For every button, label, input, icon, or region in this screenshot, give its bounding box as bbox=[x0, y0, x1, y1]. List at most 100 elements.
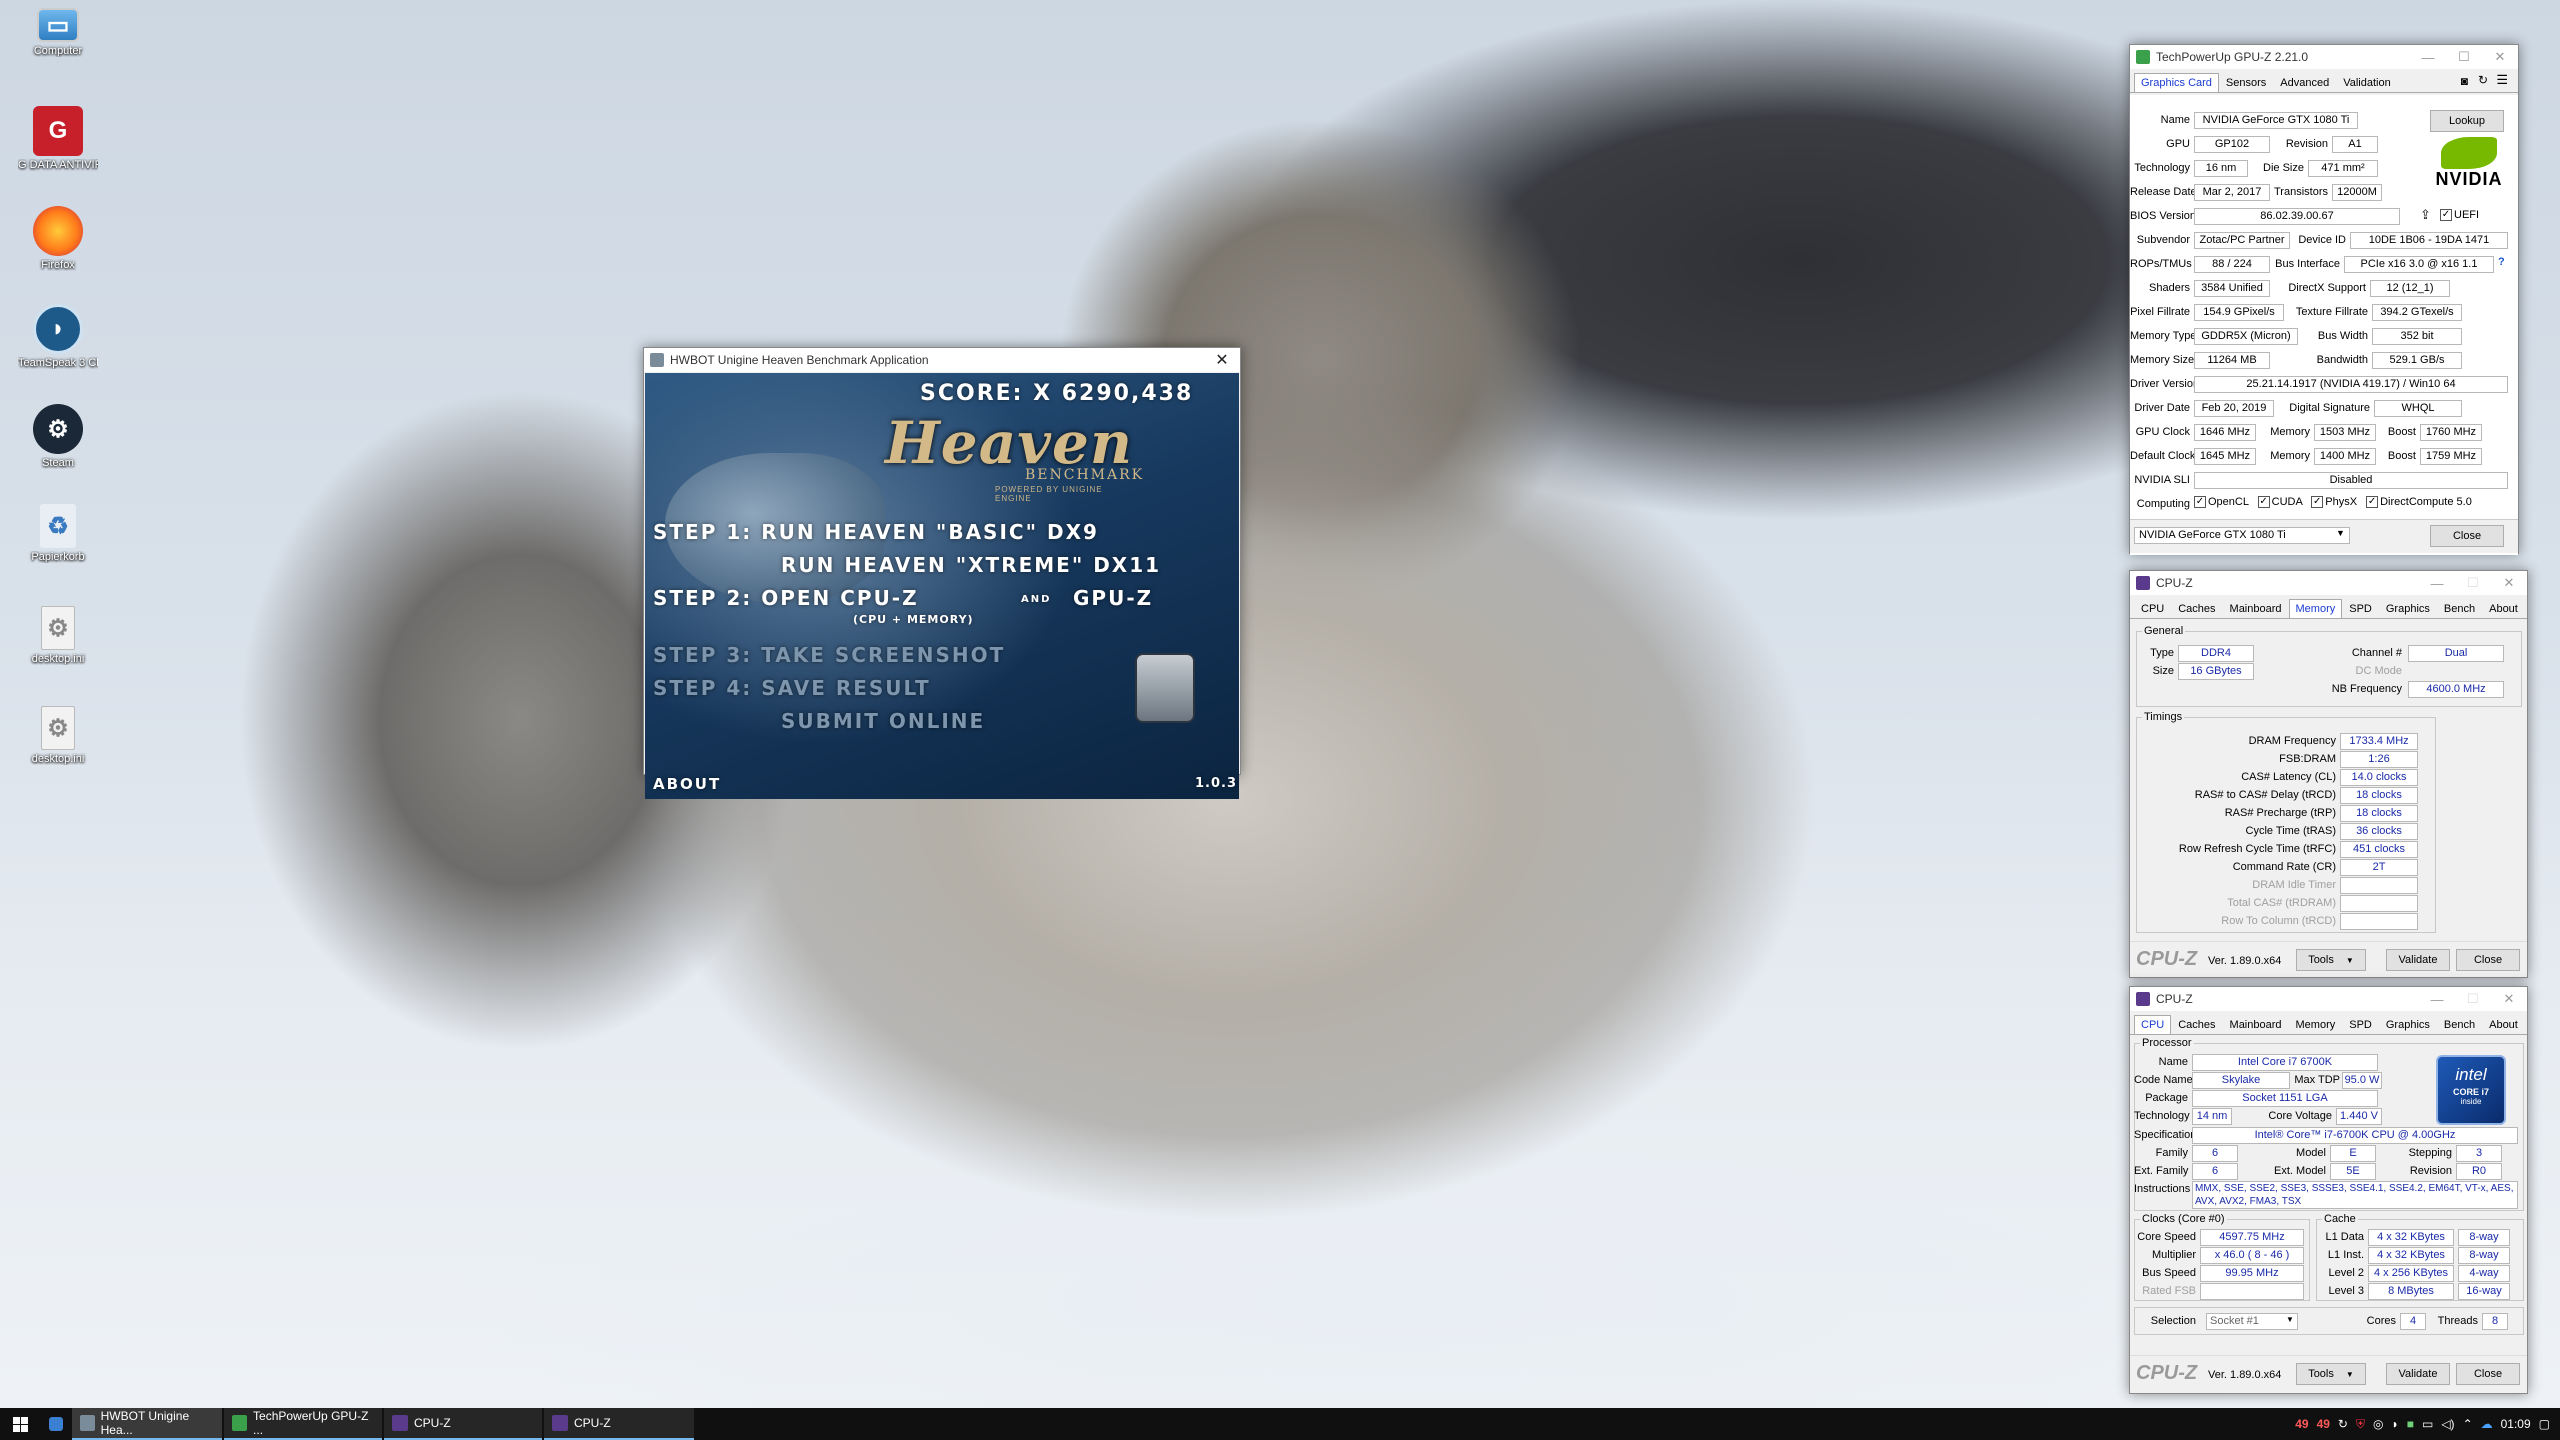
maximize-icon[interactable]: ☐ bbox=[2455, 571, 2491, 595]
desktop-icon-recycle-bin[interactable]: ♻ Papierkorb bbox=[18, 504, 98, 563]
close-icon[interactable]: ✕ bbox=[2482, 45, 2518, 69]
label-bus-width: Bus Width bbox=[2317, 330, 2368, 342]
heaven-about-button[interactable]: ABOUT bbox=[653, 775, 721, 793]
refresh-tray-icon[interactable]: ↻ bbox=[2338, 1417, 2348, 1431]
camera-icon[interactable]: ◙ bbox=[2461, 74, 2468, 88]
heaven-submit[interactable]: SUBMIT ONLINE bbox=[781, 709, 985, 733]
tab-about[interactable]: About bbox=[2482, 1015, 2525, 1034]
tab-about[interactable]: About bbox=[2482, 599, 2525, 618]
tray-temp-b[interactable]: 49 bbox=[2317, 1417, 2330, 1431]
desktop-icon-gdata[interactable]: G G DATA ANTIVIRUS bbox=[18, 106, 98, 171]
tab-caches[interactable]: Caches bbox=[2171, 599, 2222, 618]
gpuz-tray-icon[interactable]: ■ bbox=[2407, 1417, 2414, 1431]
gpuz-close-button[interactable]: Close bbox=[2430, 525, 2504, 547]
uefi-checkbox[interactable]: ✓ UEFI bbox=[2440, 209, 2479, 222]
opencl-checkbox[interactable]: ✓ OpenCL bbox=[2194, 496, 2249, 509]
start-button[interactable] bbox=[0, 1408, 40, 1440]
tools-button[interactable]: Tools ▼ bbox=[2296, 1363, 2366, 1385]
tab-spd[interactable]: SPD bbox=[2342, 1015, 2379, 1034]
chevron-up-icon[interactable]: ⌃ bbox=[2463, 1417, 2473, 1431]
tab-mainboard[interactable]: Mainboard bbox=[2223, 599, 2289, 618]
close-icon[interactable]: ✕ bbox=[2491, 571, 2527, 595]
heaven-step3[interactable]: STEP 3: TAKE SCREENSHOT bbox=[653, 643, 1005, 667]
validate-button[interactable]: Validate bbox=[2386, 949, 2450, 971]
desktop-icon-desktop-ini[interactable]: ⚙ desktop.ini bbox=[18, 606, 98, 665]
socket-select[interactable]: Socket #1 bbox=[2206, 1313, 2298, 1330]
minimize-icon[interactable]: — bbox=[2419, 571, 2455, 595]
lookup-button[interactable]: Lookup bbox=[2430, 110, 2504, 132]
tab-cpu[interactable]: CPU bbox=[2134, 1015, 2172, 1034]
volume-icon[interactable]: ◁) bbox=[2441, 1417, 2454, 1431]
validate-button[interactable]: Validate bbox=[2386, 1363, 2450, 1385]
shield-icon[interactable]: ⛨ bbox=[2356, 1417, 2365, 1432]
label-code-name: Code Name bbox=[2134, 1074, 2193, 1086]
close-icon[interactable]: ✕ bbox=[1204, 348, 1240, 372]
tab-validation[interactable]: Validation bbox=[2336, 73, 2398, 92]
help-icon[interactable]: ? bbox=[2498, 256, 2505, 268]
menu-icon[interactable]: ☰ bbox=[2496, 72, 2508, 88]
cpuz-memory-titlebar[interactable]: CPU-Z — ☐ ✕ bbox=[2130, 571, 2527, 595]
share-icon[interactable]: ⇪ bbox=[2420, 207, 2431, 223]
teamspeak-tray-icon[interactable]: ◗ bbox=[2391, 1417, 2398, 1431]
cpuz-cpu-tabs: CPU Caches Mainboard Memory SPD Graphics… bbox=[2130, 1011, 2527, 1035]
heaven-version: 1.0.3 bbox=[1195, 776, 1238, 791]
taskbar-item-cpuz-2[interactable]: CPU-Z bbox=[544, 1408, 694, 1440]
minimize-icon[interactable]: — bbox=[2419, 987, 2455, 1011]
tab-graphics[interactable]: Graphics bbox=[2379, 1015, 2437, 1034]
desktop-icon-desktop-ini-2[interactable]: ⚙ desktop.ini bbox=[18, 706, 98, 765]
heaven-step2[interactable]: STEP 2: OPEN CPU-Z bbox=[653, 586, 919, 610]
directcompute-checkbox[interactable]: ✓ DirectCompute 5.0 bbox=[2366, 496, 2472, 509]
close-icon[interactable]: ✕ bbox=[2491, 987, 2527, 1011]
network-icon[interactable]: ▭ bbox=[2422, 1417, 2433, 1431]
tab-spd[interactable]: SPD bbox=[2342, 599, 2379, 618]
tray-temp-a[interactable]: 49 bbox=[2295, 1417, 2308, 1431]
heaven-titlebar[interactable]: HWBOT Unigine Heaven Benchmark Applicati… bbox=[644, 348, 1240, 372]
tab-bench[interactable]: Bench bbox=[2437, 1015, 2482, 1034]
onedrive-icon[interactable]: ☁ bbox=[2481, 1417, 2493, 1431]
desktop-icon-firefox[interactable]: Firefox bbox=[18, 206, 98, 271]
tab-mainboard[interactable]: Mainboard bbox=[2223, 1015, 2289, 1034]
tab-memory[interactable]: Memory bbox=[2289, 1015, 2343, 1034]
tab-caches[interactable]: Caches bbox=[2171, 1015, 2222, 1034]
chevron-down-icon[interactable]: ▼ bbox=[2286, 1315, 2294, 1324]
minimize-icon[interactable]: — bbox=[2410, 45, 2446, 69]
tab-graphics-card[interactable]: Graphics Card bbox=[2134, 73, 2219, 92]
cuda-checkbox[interactable]: ✓ CUDA bbox=[2257, 496, 2302, 509]
tab-memory[interactable]: Memory bbox=[2288, 599, 2343, 618]
gpu-memory-size: 11264 MB bbox=[2194, 352, 2270, 369]
heaven-step1b[interactable]: RUN HEAVEN "XTREME" DX11 bbox=[781, 553, 1161, 577]
refresh-icon[interactable]: ↻ bbox=[2478, 73, 2488, 87]
heaven-step4[interactable]: STEP 4: SAVE RESULT bbox=[653, 676, 931, 700]
tab-cpu[interactable]: CPU bbox=[2134, 599, 2171, 618]
gpuz-titlebar[interactable]: TechPowerUp GPU-Z 2.21.0 — ☐ ✕ bbox=[2130, 45, 2518, 69]
desktop-icon-computer[interactable]: ▭ Computer bbox=[18, 8, 98, 57]
maximize-icon[interactable]: ☐ bbox=[2446, 45, 2482, 69]
cpuz-cpu-close-button[interactable]: Close bbox=[2456, 1363, 2520, 1385]
taskbar-item-gpuz[interactable]: TechPowerUp GPU-Z ... bbox=[224, 1408, 382, 1440]
heaven-step1a[interactable]: STEP 1: RUN HEAVEN "BASIC" DX9 bbox=[653, 520, 1099, 544]
taskbar-item-cpuz-1[interactable]: CPU-Z bbox=[384, 1408, 542, 1440]
tray-clock[interactable]: 01:09 bbox=[2501, 1417, 2531, 1431]
taskview-button[interactable] bbox=[40, 1408, 72, 1440]
gpu-select[interactable]: NVIDIA GeForce GTX 1080 Ti bbox=[2134, 527, 2350, 544]
desktop-icon-teamspeak[interactable]: ◗ TeamSpeak 3 Client bbox=[18, 304, 98, 369]
gpu-shaders: 3584 Unified bbox=[2194, 280, 2270, 297]
taskbar-item-heaven[interactable]: HWBOT Unigine Hea... bbox=[72, 1408, 222, 1440]
cpuz-cpu-titlebar[interactable]: CPU-Z — ☐ ✕ bbox=[2130, 987, 2527, 1011]
heaven-step2-gpuz[interactable]: GPU-Z bbox=[1073, 586, 1153, 610]
label-technology: Technology bbox=[2134, 162, 2190, 174]
tools-button[interactable]: Tools ▼ bbox=[2296, 949, 2366, 971]
notification-icon[interactable]: ▢ bbox=[2539, 1417, 2550, 1431]
tab-advanced[interactable]: Advanced bbox=[2273, 73, 2336, 92]
gpu-driver-date: Feb 20, 2019 bbox=[2194, 400, 2274, 417]
chevron-down-icon[interactable]: ▼ bbox=[2336, 528, 2345, 538]
firefox-icon bbox=[33, 206, 83, 256]
tab-sensors[interactable]: Sensors bbox=[2219, 73, 2273, 92]
physx-checkbox[interactable]: ✓ PhysX bbox=[2311, 496, 2357, 509]
desktop-icon-steam[interactable]: ⚙ Steam bbox=[18, 404, 98, 469]
cpuz-memory-close-button[interactable]: Close bbox=[2456, 949, 2520, 971]
tab-bench[interactable]: Bench bbox=[2437, 599, 2482, 618]
maximize-icon[interactable]: ☐ bbox=[2455, 987, 2491, 1011]
tab-graphics[interactable]: Graphics bbox=[2379, 599, 2437, 618]
steam-tray-icon[interactable]: ◎ bbox=[2373, 1417, 2383, 1431]
